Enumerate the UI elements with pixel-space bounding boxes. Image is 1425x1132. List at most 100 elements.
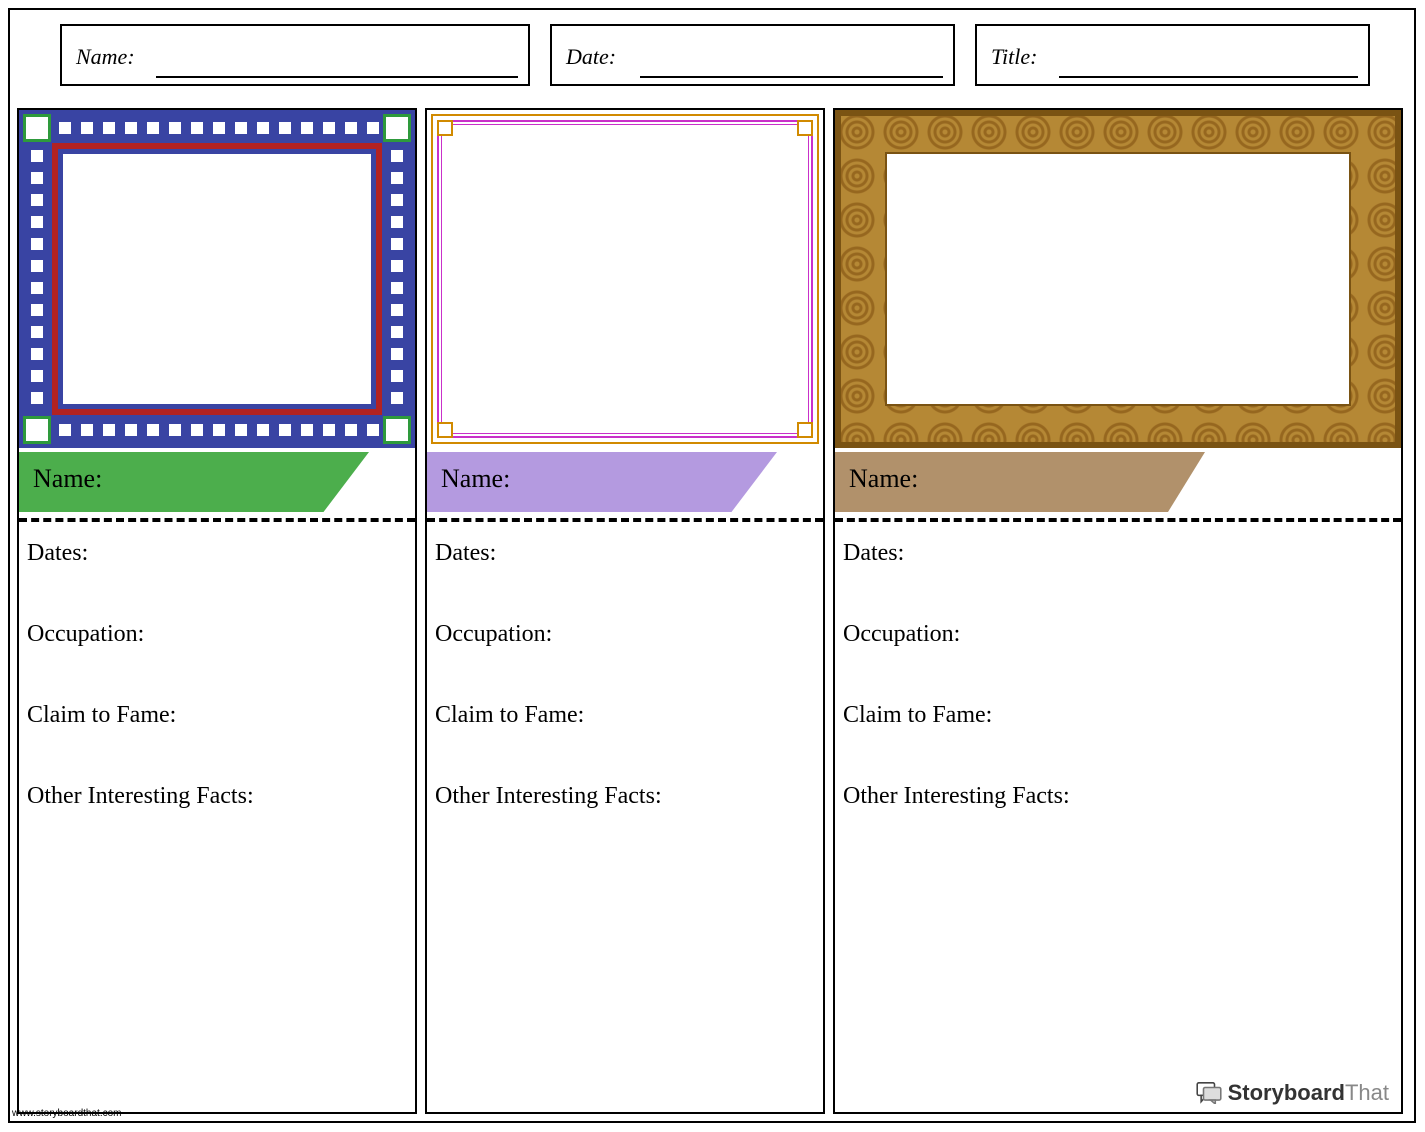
frame-1-dot-icon xyxy=(147,424,159,436)
frame-1-dot-icon xyxy=(191,424,203,436)
header-row: Name: Date: Title: xyxy=(60,24,1370,86)
frame-1-dot-icon xyxy=(323,122,335,134)
frame-1-dot-icon xyxy=(31,260,43,272)
field-claim-to-fame[interactable]: Claim to Fame: xyxy=(843,702,1393,729)
frame-1-dot-icon xyxy=(391,348,403,360)
frame-1-dot-icon xyxy=(191,122,203,134)
frame-1-dot-icon xyxy=(31,216,43,228)
frame-1-canvas xyxy=(63,154,371,404)
header-date-box[interactable]: Date: xyxy=(550,24,955,86)
brand-text-b: That xyxy=(1345,1080,1389,1105)
frame-1-dot-icon xyxy=(31,172,43,184)
frame-1-dot-icon xyxy=(31,194,43,206)
frame-1-dot-icon xyxy=(59,424,71,436)
card-1-info: Dates: Occupation: Claim to Fame: Other … xyxy=(27,540,407,864)
header-title-line xyxy=(1059,76,1358,78)
field-occupation[interactable]: Occupation: xyxy=(843,621,1393,648)
card-2-divider xyxy=(427,518,823,522)
frame-1-dot-icon xyxy=(345,122,357,134)
frame-1-dot-icon xyxy=(81,122,93,134)
frame-1-dot-icon xyxy=(213,122,225,134)
frame-1-corner-icon xyxy=(26,117,48,139)
field-occupation[interactable]: Occupation: xyxy=(435,621,815,648)
card-1-divider xyxy=(19,518,415,522)
frame-2-corner-icon xyxy=(437,120,453,136)
frame-2-corner-icon xyxy=(437,422,453,438)
card-3-name-label: Name: xyxy=(849,464,918,494)
card-2-info: Dates: Occupation: Claim to Fame: Other … xyxy=(435,540,815,864)
frame-1-dot-icon xyxy=(391,194,403,206)
field-other-facts[interactable]: Other Interesting Facts: xyxy=(27,783,407,810)
frame-2-corner-icon xyxy=(797,422,813,438)
field-dates[interactable]: Dates: xyxy=(27,540,407,567)
frame-1-dot-icon xyxy=(125,424,137,436)
header-title-box[interactable]: Title: xyxy=(975,24,1370,86)
card-2-banner: Name: xyxy=(427,448,823,516)
frame-1-corner-icon xyxy=(386,419,408,441)
field-other-facts[interactable]: Other Interesting Facts: xyxy=(843,783,1393,810)
card-3-divider xyxy=(835,518,1401,522)
frame-1-dot-icon xyxy=(391,172,403,184)
frame-1-dot-icon xyxy=(103,122,115,134)
frame-1-dot-icon xyxy=(345,424,357,436)
card-1: Name: Dates: Occupation: Claim to Fame: … xyxy=(17,108,417,1114)
header-date-label: Date: xyxy=(566,44,616,70)
field-dates[interactable]: Dates: xyxy=(843,540,1393,567)
worksheet-page: Name: Date: Title: xyxy=(8,8,1416,1123)
speech-bubble-icon xyxy=(1196,1082,1222,1104)
frame-1-dot-icon xyxy=(391,370,403,382)
field-claim-to-fame[interactable]: Claim to Fame: xyxy=(435,702,815,729)
frame-1-dot-icon xyxy=(391,260,403,272)
frame-1-dot-icon xyxy=(59,122,71,134)
frame-1-dot-icon xyxy=(125,122,137,134)
frame-1-dot-icon xyxy=(257,122,269,134)
card-1-image-frame[interactable] xyxy=(19,110,415,448)
footer-url: www.storyboardthat.com xyxy=(12,1108,122,1119)
frame-1-dot-icon xyxy=(169,424,181,436)
frame-1-dot-icon xyxy=(391,304,403,316)
header-name-label: Name: xyxy=(76,44,135,70)
header-date-line xyxy=(640,76,943,78)
frame-1-dot-icon xyxy=(391,326,403,338)
frame-3-canvas xyxy=(885,152,1351,406)
frame-1-dot-icon xyxy=(279,424,291,436)
frame-1-dot-icon xyxy=(391,392,403,404)
frame-1-dot-icon xyxy=(391,282,403,294)
card-3-image-frame[interactable] xyxy=(835,110,1401,448)
frame-1-dot-icon xyxy=(31,304,43,316)
brand-logo: StoryboardThat xyxy=(1196,1080,1389,1106)
frame-1-dot-icon xyxy=(31,238,43,250)
card-3-info: Dates: Occupation: Claim to Fame: Other … xyxy=(843,540,1393,864)
field-occupation[interactable]: Occupation: xyxy=(27,621,407,648)
frame-1-dot-icon xyxy=(31,282,43,294)
frame-1-dot-icon xyxy=(169,122,181,134)
card-1-banner: Name: xyxy=(19,448,415,516)
card-3-banner: Name: xyxy=(835,448,1401,516)
card-2: Name: Dates: Occupation: Claim to Fame: … xyxy=(425,108,825,1114)
frame-1-dot-icon xyxy=(103,424,115,436)
frame-1-dot-icon xyxy=(235,424,247,436)
frame-1-dot-icon xyxy=(391,150,403,162)
card-2-image-frame[interactable] xyxy=(427,110,823,448)
frame-1-dot-icon xyxy=(279,122,291,134)
frame-1-corner-icon xyxy=(386,117,408,139)
card-1-name-label: Name: xyxy=(33,464,102,494)
frame-1-dot-icon xyxy=(323,424,335,436)
brand-text-a: Storyboard xyxy=(1228,1080,1345,1105)
frame-1-corner-icon xyxy=(26,419,48,441)
frame-1-dot-icon xyxy=(31,392,43,404)
card-3: Name: Dates: Occupation: Claim to Fame: … xyxy=(833,108,1403,1114)
frame-1-dot-icon xyxy=(31,370,43,382)
frame-1-dot-icon xyxy=(367,424,379,436)
card-2-name-label: Name: xyxy=(441,464,510,494)
field-other-facts[interactable]: Other Interesting Facts: xyxy=(435,783,815,810)
frame-2-border xyxy=(441,124,809,434)
frame-1-dot-icon xyxy=(31,150,43,162)
card-columns: Name: Dates: Occupation: Claim to Fame: … xyxy=(17,108,1411,1114)
frame-1-dot-icon xyxy=(301,122,313,134)
header-name-box[interactable]: Name: xyxy=(60,24,530,86)
frame-1-dot-icon xyxy=(213,424,225,436)
field-claim-to-fame[interactable]: Claim to Fame: xyxy=(27,702,407,729)
frame-1-dot-icon xyxy=(391,216,403,228)
field-dates[interactable]: Dates: xyxy=(435,540,815,567)
